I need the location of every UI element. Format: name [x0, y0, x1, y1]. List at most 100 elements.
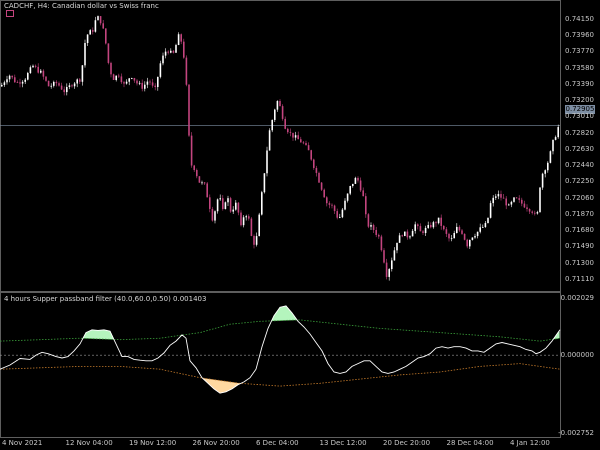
candle-body	[497, 194, 500, 197]
candle-body	[76, 79, 78, 84]
candle-body	[24, 79, 26, 82]
candle-body	[443, 225, 445, 230]
candle-body	[305, 143, 307, 146]
candle-body	[193, 165, 195, 171]
candle-body	[47, 80, 50, 87]
candle-body	[206, 183, 208, 198]
candle-body	[248, 216, 250, 219]
candle-body	[513, 197, 515, 202]
candle-body	[68, 85, 71, 87]
candle-body	[323, 189, 325, 198]
candle-body	[541, 173, 544, 188]
time-tick-label: 26 Nov 20:00	[192, 439, 240, 447]
candle-body	[1, 84, 3, 87]
candle-body	[250, 218, 253, 236]
candle-body	[188, 84, 190, 136]
candle-body	[375, 229, 377, 235]
symbol-title: CADCHF, H4: Canadian dollar vs Swiss fra…	[4, 2, 159, 10]
candle-body	[500, 194, 502, 198]
candle-body	[276, 101, 279, 110]
candle-body	[310, 150, 312, 160]
candle-body	[463, 233, 466, 240]
candle-body	[398, 235, 401, 243]
candle-body	[346, 193, 349, 201]
candle-body	[393, 250, 396, 261]
candle-body	[66, 86, 68, 93]
candle-body	[427, 225, 429, 228]
candle-body	[422, 231, 424, 234]
candle-body	[159, 63, 162, 77]
candle-body	[97, 16, 99, 21]
candle-body	[32, 65, 34, 68]
candle-body	[294, 135, 297, 138]
candle-body	[268, 130, 271, 151]
candle-body	[430, 225, 432, 228]
candle-body	[333, 205, 336, 212]
candle-body	[172, 50, 175, 53]
candle-body	[313, 159, 315, 168]
candle-body	[406, 231, 409, 238]
candle-body	[383, 250, 385, 263]
candle-body	[528, 209, 531, 212]
candle-body	[190, 135, 193, 166]
candle-body	[505, 198, 507, 206]
candle-body	[42, 70, 45, 77]
candle-body	[14, 77, 16, 83]
candle-body	[289, 132, 292, 133]
candle-body	[71, 85, 73, 87]
candle-body	[224, 202, 227, 210]
candle-body	[380, 236, 383, 251]
candle-body	[55, 81, 58, 84]
candle-body	[164, 51, 167, 56]
candle-body	[79, 79, 81, 82]
candles-layer	[1, 15, 559, 281]
candle-body	[146, 81, 149, 85]
candle-body	[37, 66, 39, 73]
candle-body	[245, 216, 247, 218]
candle-body	[411, 230, 414, 237]
candle-body	[437, 217, 440, 224]
candle-body	[180, 34, 182, 42]
candle-body	[175, 44, 177, 53]
candle-body	[86, 34, 89, 44]
indicator-title: 4 hours Supper passband filter (40.0,60.…	[4, 295, 207, 303]
candle-body	[115, 75, 117, 81]
candle-body	[357, 177, 359, 181]
candle-body	[458, 226, 461, 231]
indicator-tick-label: -0.002752	[558, 428, 594, 437]
candle-body	[107, 43, 110, 63]
candle-body	[102, 23, 104, 29]
candle-body	[154, 85, 156, 88]
candle-body	[339, 217, 341, 219]
candle-body	[60, 85, 63, 90]
candle-body	[211, 208, 214, 221]
candle-body	[372, 225, 375, 230]
time-tick-label: 12 Nov 04:00	[65, 439, 113, 447]
candle-body	[242, 217, 245, 226]
candle-body	[94, 20, 97, 32]
candle-body	[11, 75, 13, 78]
candle-body	[258, 214, 260, 237]
candle-body	[201, 182, 203, 184]
candle-body	[138, 82, 141, 84]
candle-body	[448, 233, 450, 239]
price-tick-label: 0.73960	[565, 31, 594, 40]
time-tick-label: 20 Dec 20:00	[383, 439, 431, 447]
candle-body	[177, 34, 180, 45]
candle-body	[515, 197, 518, 199]
chart-window[interactable]: CADCHF, H4: Canadian dollar vs Swiss fra…	[0, 0, 600, 450]
candle-body	[432, 222, 435, 228]
candle-body	[331, 204, 333, 206]
time-tick-label: 4 Jan 12:00	[510, 439, 550, 447]
candle-body	[315, 167, 318, 173]
candle-body	[16, 82, 19, 84]
candle-body	[365, 196, 367, 215]
candle-body	[414, 224, 416, 231]
candle-body	[73, 83, 76, 87]
candle-body	[482, 226, 484, 228]
chart-canvas[interactable]	[0, 0, 600, 450]
candle-body	[341, 209, 344, 218]
candle-body	[125, 81, 128, 84]
candle-body	[344, 200, 346, 210]
candle-body	[531, 211, 533, 213]
